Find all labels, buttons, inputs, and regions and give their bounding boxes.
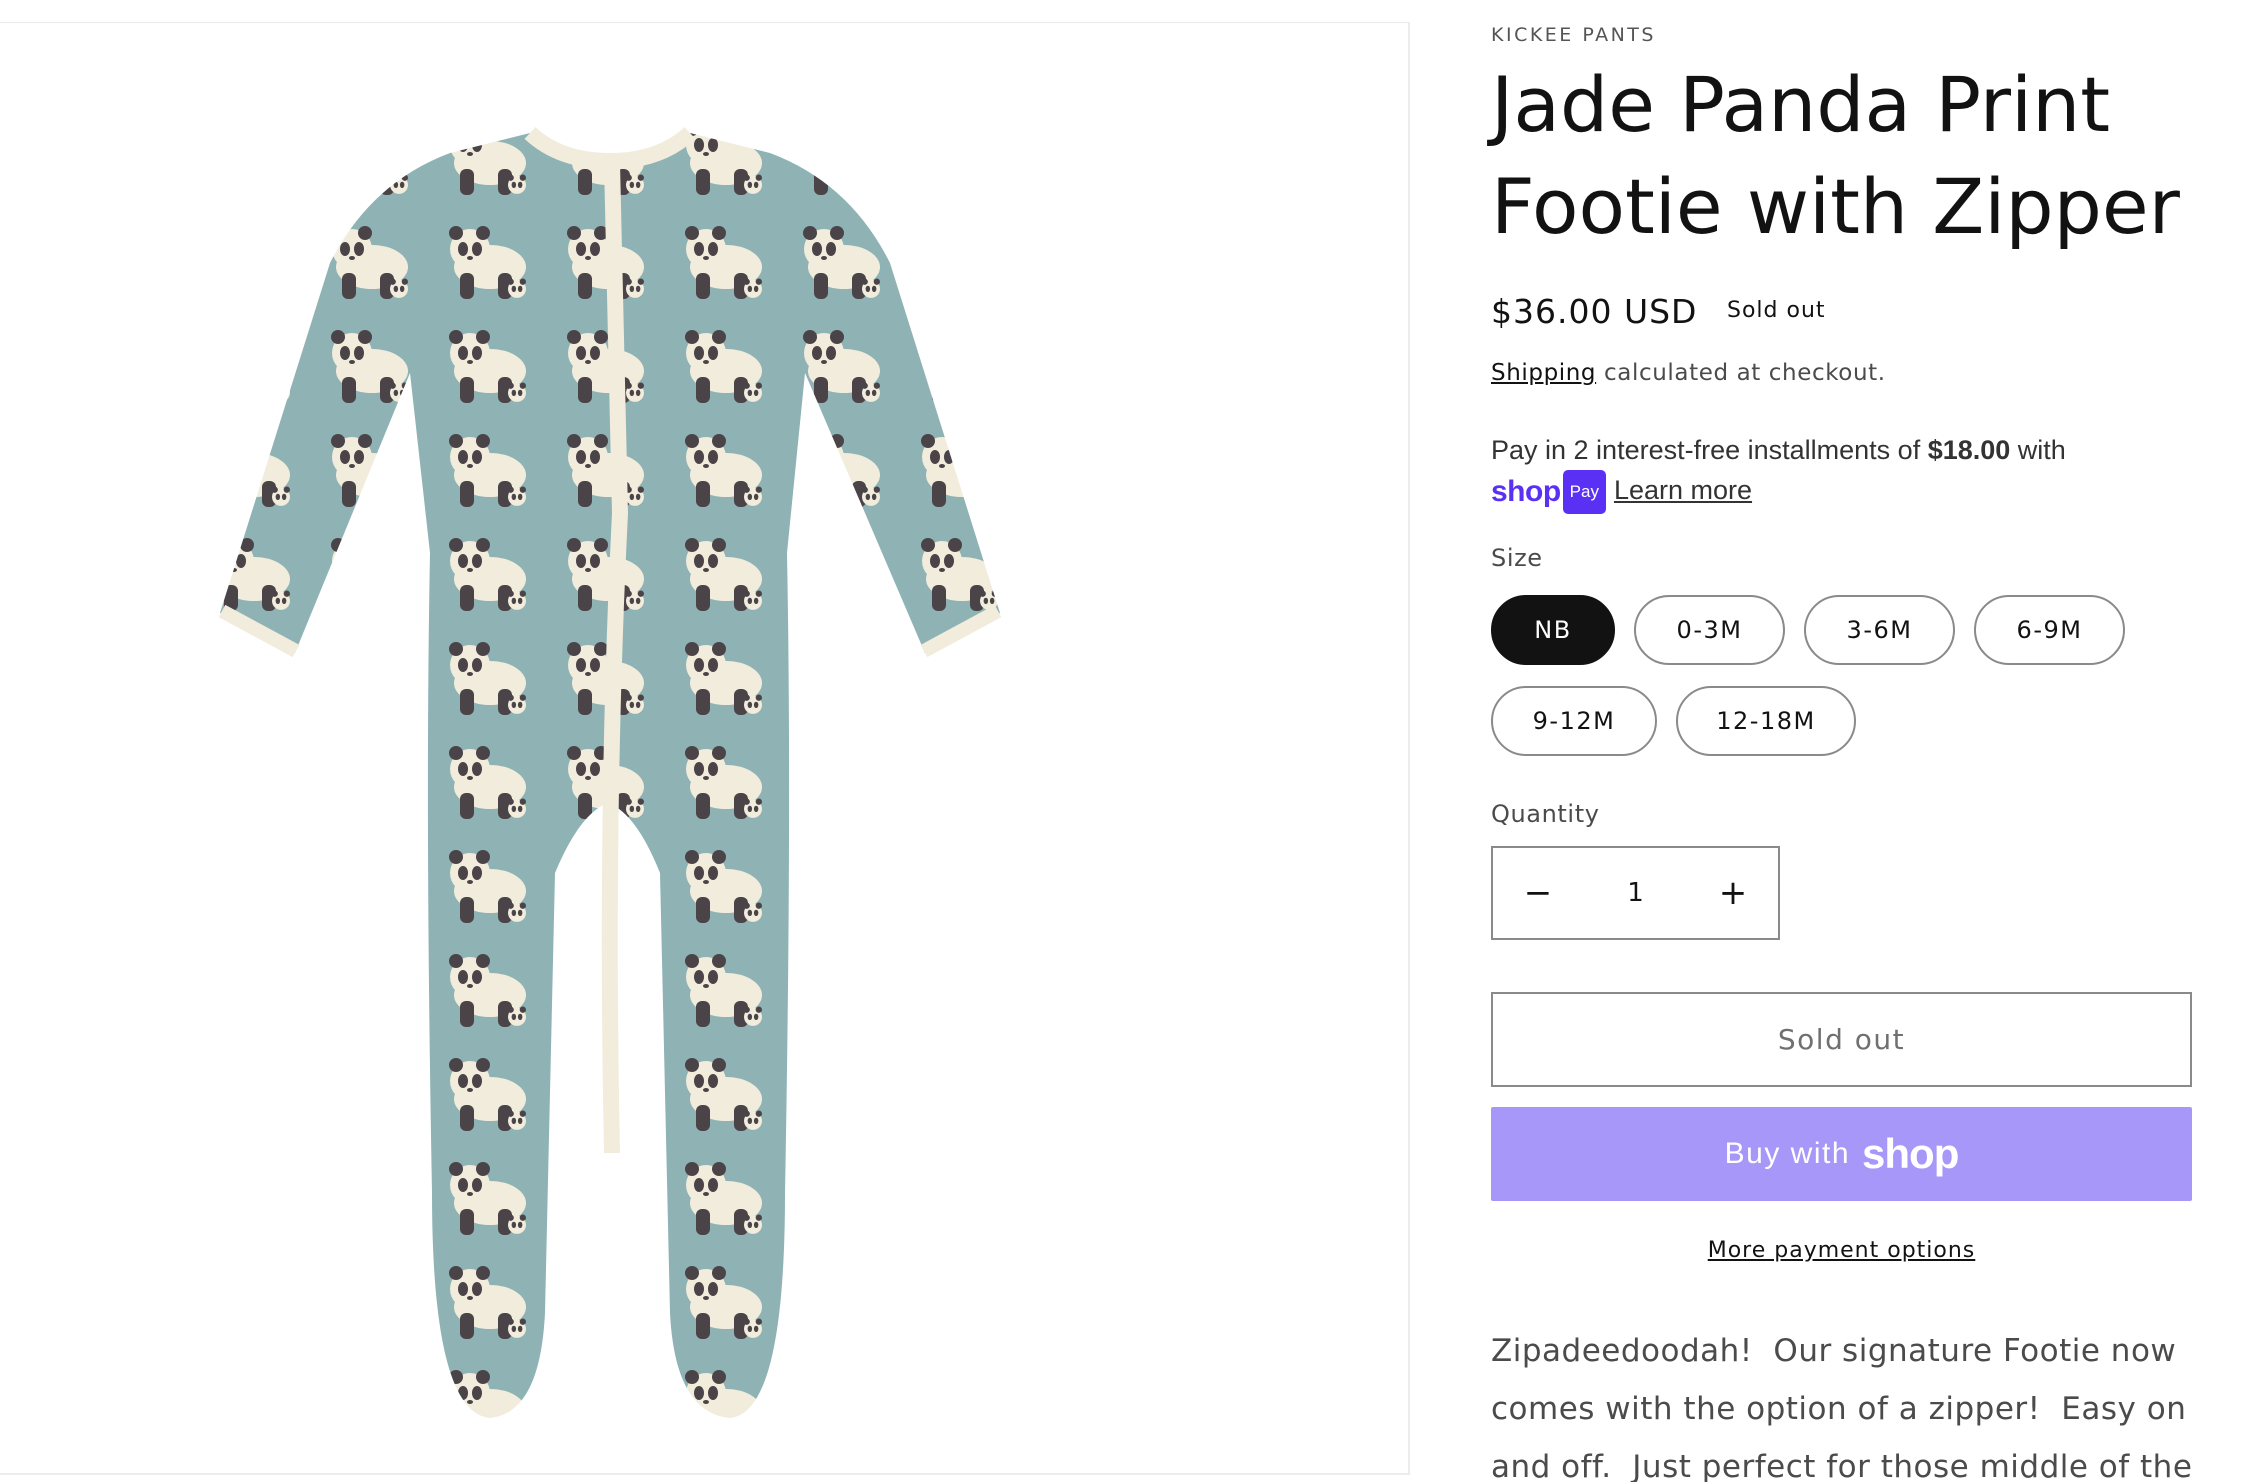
installment-amount: $18.00 <box>1927 435 2011 465</box>
size-option-nb[interactable]: NB <box>1491 595 1615 665</box>
product-media-frame[interactable] <box>0 23 1410 1475</box>
sold-out-badge: Sold out <box>1727 298 1826 323</box>
shop-pay-installments: Pay in 2 interest-free installments of $… <box>1491 430 2191 514</box>
learn-more-link[interactable]: Learn more <box>1614 475 1752 505</box>
size-option-3-6m[interactable]: 3-6M <box>1804 595 1955 665</box>
product-description: Zipadeedoodah! Our signature Footie now … <box>1491 1333 2193 1482</box>
more-payment-options-link[interactable]: More payment options <box>1708 1238 1976 1263</box>
quantity-stepper: − 1 + <box>1491 846 1780 940</box>
product-page: KICKEE PANTS Jade Panda Print Footie wit… <box>0 0 2260 1482</box>
quantity-increase-button[interactable]: + <box>1688 848 1778 938</box>
shop-pay-logo: shop <box>1491 475 1561 508</box>
product-image[interactable] <box>200 113 1170 1433</box>
quantity-decrease-button[interactable]: − <box>1493 848 1583 938</box>
shipping-note: Shipping calculated at checkout. <box>1491 360 1886 386</box>
buy-with-label: Buy with <box>1724 1137 1851 1170</box>
installments-text-after: with <box>2010 435 2066 465</box>
product-vendor: KICKEE PANTS <box>1491 24 1656 46</box>
product-price: $36.00 USD <box>1491 292 1698 331</box>
size-label: Size <box>1491 544 1543 572</box>
shipping-link[interactable]: Shipping <box>1491 360 1596 386</box>
shipping-note-text: calculated at checkout. <box>1596 360 1886 386</box>
quantity-input[interactable]: 1 <box>1583 848 1688 938</box>
size-option-9-12m[interactable]: 9-12M <box>1491 686 1657 756</box>
installments-text: Pay in 2 interest-free installments of <box>1491 435 1928 465</box>
product-title: Jade Panda Print Footie with Zipper <box>1491 60 2180 251</box>
shop-logo: shop <box>1862 1130 1959 1177</box>
size-option-12-18m[interactable]: 12-18M <box>1676 686 1856 756</box>
shop-pay-tag: Pay <box>1562 470 1606 514</box>
size-option-0-3m[interactable]: 0-3M <box>1634 595 1785 665</box>
sold-out-button[interactable]: Sold out <box>1491 992 2192 1087</box>
quantity-label: Quantity <box>1491 800 1600 828</box>
size-option-6-9m[interactable]: 6-9M <box>1974 595 2125 665</box>
buy-with-shop-button[interactable]: Buy with shop <box>1491 1107 2192 1201</box>
more-payment-options: More payment options <box>1491 1238 2192 1263</box>
